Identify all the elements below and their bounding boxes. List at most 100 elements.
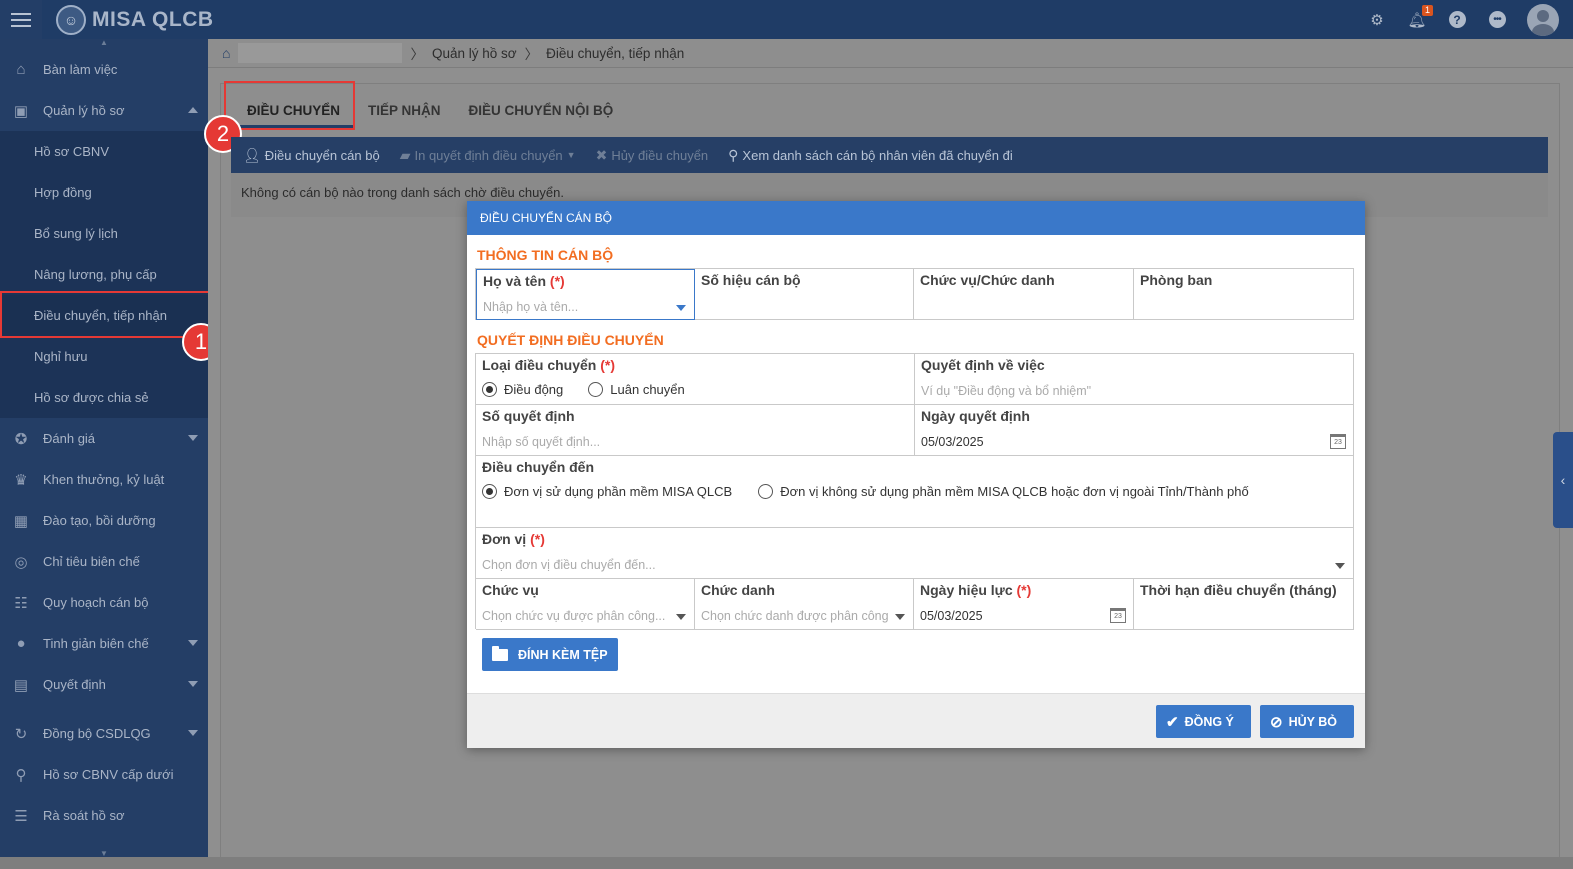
view-transferred-button[interactable]: ⚲ Xem danh sách cán bộ nhân viên đã chuyể… bbox=[728, 147, 1013, 164]
chevron-down-icon[interactable] bbox=[676, 305, 686, 311]
sidebar-item-label: Đào tạo, bồi dưỡng bbox=[43, 513, 156, 528]
transfer-staff-button[interactable]: 👤︎ Điều chuyển cán bộ bbox=[243, 147, 380, 164]
sidebar-item-training[interactable]: ▦ Đào tạo, bồi dưỡng bbox=[0, 500, 208, 541]
sidebar-item-label: Quản lý hồ sơ bbox=[43, 103, 125, 118]
print-decision-label: In quyết định điều chuyển bbox=[414, 147, 563, 163]
effective-date-value: 05/03/2025 bbox=[920, 609, 983, 623]
sidebar-item-profile-review[interactable]: ☰ Rà soát hồ sơ bbox=[0, 795, 208, 836]
transfer-to-options: Đơn vị sử dụng phần mềm MISA QLCB Đơn vị… bbox=[482, 484, 1249, 499]
sidebar-item-evaluation[interactable]: ✪ Đánh giá bbox=[0, 418, 208, 459]
avatar[interactable] bbox=[1527, 3, 1559, 36]
sidebar-highlight-box bbox=[0, 291, 211, 338]
position-field[interactable]: Chức vụ Chọn chức vụ được phân công... bbox=[476, 579, 695, 630]
transfer-to-field: Điều chuyển đến Đơn vị sử dụng phần mềm … bbox=[476, 456, 1354, 528]
attach-file-label: ĐÍNH KÈM TỆP bbox=[518, 647, 608, 662]
position-label: Chức vụ bbox=[482, 582, 539, 598]
sidebar-item-subordinate-profiles[interactable]: ⚲ Hồ sơ CBNV cấp dưới bbox=[0, 754, 208, 795]
decision-number-field[interactable]: Số quyết định Nhập số quyết định... bbox=[476, 405, 915, 456]
radio-external-unit[interactable] bbox=[758, 484, 774, 499]
radio-rotation[interactable] bbox=[588, 382, 604, 397]
chevron-down-icon[interactable] bbox=[1335, 563, 1345, 569]
ok-button[interactable]: ✔ ĐỒNG Ý bbox=[1156, 705, 1251, 738]
cancel-button[interactable]: ⊘ HỦY BỎ bbox=[1260, 705, 1354, 738]
calendar-icon[interactable]: 23 bbox=[1110, 608, 1126, 623]
breadcrumb-root[interactable] bbox=[238, 43, 403, 63]
sidebar-item-label: Hồ sơ CBNV bbox=[34, 144, 109, 159]
chevron-down-icon[interactable] bbox=[676, 614, 686, 620]
sidebar-item-salary-allowance[interactable]: Nâng lương, phụ cấp bbox=[0, 254, 208, 295]
chevron-down-icon bbox=[188, 435, 198, 441]
sidebar-item-staff-profiles[interactable]: Hồ sơ CBNV bbox=[0, 131, 208, 172]
people-icon: ☷ bbox=[14, 594, 28, 612]
menu-toggle-icon[interactable] bbox=[0, 0, 42, 39]
printer-icon: ▰ bbox=[399, 146, 411, 163]
sidebar-item-staffing-quota[interactable]: ◎ Chỉ tiêu biên chế bbox=[0, 541, 208, 582]
sidebar-item-supplement-resume[interactable]: Bổ sung lý lịch bbox=[0, 213, 208, 254]
radio-misa-unit-label[interactable]: Đơn vị sử dụng phần mềm MISA QLCB bbox=[504, 484, 732, 499]
position-title-label: Chức vụ/Chức danh bbox=[920, 272, 1055, 288]
bell-icon[interactable]: 🔔︎ 1 bbox=[1407, 4, 1433, 30]
help-icon[interactable]: ? bbox=[1447, 10, 1467, 30]
cancel-transfer-button[interactable]: ✖ Hủy điều chuyển bbox=[596, 147, 709, 164]
title-field[interactable]: Chức danh Chọn chức danh được phân công bbox=[695, 579, 914, 630]
full-name-field[interactable]: Họ và tên (*) Nhập họ và tên... bbox=[476, 269, 695, 320]
bottom-strip bbox=[0, 857, 1573, 869]
sidebar-item-contracts[interactable]: Hợp đồng bbox=[0, 172, 208, 213]
unit-field[interactable]: Đơn vị (*) Chọn đơn vị điều chuyển đến..… bbox=[476, 528, 1354, 579]
sidebar-item-cadre-planning[interactable]: ☷ Quy hoạch cán bộ bbox=[0, 582, 208, 623]
calendar-icon[interactable]: 23 bbox=[1330, 434, 1346, 449]
folder-icon bbox=[492, 645, 508, 661]
chevron-down-icon bbox=[188, 730, 198, 736]
sidebar-item-label: Bàn làm việc bbox=[43, 62, 118, 77]
radio-external-unit-label[interactable]: Đơn vị không sử dụng phần mềm MISA QLCB … bbox=[780, 484, 1249, 499]
scroll-up-icon[interactable]: ▲ bbox=[0, 39, 208, 49]
scroll-down-icon[interactable]: ▼ bbox=[0, 849, 208, 858]
home-icon[interactable]: ⌂ bbox=[222, 45, 230, 61]
sidebar-item-label: Quyết định bbox=[43, 677, 106, 692]
app-logo[interactable]: ☺ MISA QLCB bbox=[56, 4, 214, 35]
sidebar-item-shared-profiles[interactable]: Hồ sơ được chia sẻ bbox=[0, 377, 208, 418]
tab-receive[interactable]: TIẾP NHẬN bbox=[354, 94, 455, 128]
transfer-type-options: Điều động Luân chuyển bbox=[482, 382, 685, 397]
department-field: Phòng ban bbox=[1134, 269, 1354, 320]
ok-label: ĐỒNG Ý bbox=[1184, 714, 1234, 729]
decision-about-field[interactable]: Quyết định về việc Ví dụ "Điều động và b… bbox=[915, 354, 1354, 405]
radio-misa-unit[interactable] bbox=[482, 484, 497, 499]
trophy-icon: ♛ bbox=[14, 471, 28, 489]
sidebar-item-dashboard[interactable]: ⌂ Bàn làm việc bbox=[0, 49, 208, 90]
tab-internal-transfer[interactable]: ĐIỀU CHUYỂN NỘI BỘ bbox=[455, 94, 628, 128]
sidebar-item-label: Quy hoạch cán bộ bbox=[43, 595, 149, 610]
radio-reassign[interactable] bbox=[482, 382, 497, 397]
sidebar-item-rewards-discipline[interactable]: ♛ Khen thưởng, kỷ luật bbox=[0, 459, 208, 500]
radio-reassign-label[interactable]: Điều động bbox=[504, 382, 563, 397]
ban-icon: ⊘ bbox=[1270, 713, 1283, 731]
position-title-field: Chức vụ/Chức danh bbox=[914, 269, 1134, 320]
chevron-down-icon: ▼ bbox=[566, 150, 576, 160]
sidebar-item-retirement[interactable]: Nghỉ hưu bbox=[0, 336, 208, 377]
sidebar-item-label: Hồ sơ được chia sẻ bbox=[34, 390, 149, 405]
position-placeholder: Chọn chức vụ được phân công... bbox=[482, 609, 666, 623]
effective-date-field[interactable]: Ngày hiệu lực (*) 05/03/2025 23 bbox=[914, 579, 1134, 630]
cancel-transfer-label: Hủy điều chuyển bbox=[611, 147, 709, 163]
duration-field[interactable]: Thời hạn điều chuyển (tháng) bbox=[1134, 579, 1354, 630]
transfer-type-label: Loại điều chuyển (*) bbox=[482, 357, 616, 373]
sidebar-item-downsizing[interactable]: ● Tinh giản biên chế bbox=[0, 623, 208, 664]
decision-date-field[interactable]: Ngày quyết định 05/03/2025 23 bbox=[915, 405, 1354, 456]
breadcrumb-item-profile-management[interactable]: Quản lý hồ sơ bbox=[432, 46, 517, 61]
sidebar-item-decisions[interactable]: ▤ Quyết định bbox=[0, 664, 208, 705]
collapse-panel-tab[interactable]: ‹ bbox=[1553, 432, 1573, 528]
print-decision-button[interactable]: ▰ In quyết định điều chuyển ▼ bbox=[400, 147, 576, 164]
sidebar-item-sync[interactable]: ↻ Đồng bộ CSDLQG bbox=[0, 713, 208, 754]
decision-number-placeholder: Nhập số quyết định... bbox=[482, 435, 601, 449]
attach-file-button[interactable]: ĐÍNH KÈM TỆP bbox=[482, 638, 618, 671]
more-icon[interactable]: ••• bbox=[1487, 10, 1507, 30]
sidebar-item-label: Chỉ tiêu biên chế bbox=[43, 554, 140, 569]
section-staff-info: THÔNG TIN CÁN BỘ bbox=[477, 247, 614, 263]
chevron-down-icon[interactable] bbox=[895, 614, 905, 620]
gear-icon[interactable]: ⚙ bbox=[1367, 10, 1387, 30]
decision-date-value: 05/03/2025 bbox=[921, 435, 984, 449]
sidebar-item-profile-management[interactable]: ▣ Quản lý hồ sơ bbox=[0, 90, 208, 131]
medal-icon: ✪ bbox=[14, 430, 28, 448]
decision-number-label: Số quyết định bbox=[482, 408, 575, 424]
radio-rotation-label[interactable]: Luân chuyển bbox=[610, 382, 684, 397]
